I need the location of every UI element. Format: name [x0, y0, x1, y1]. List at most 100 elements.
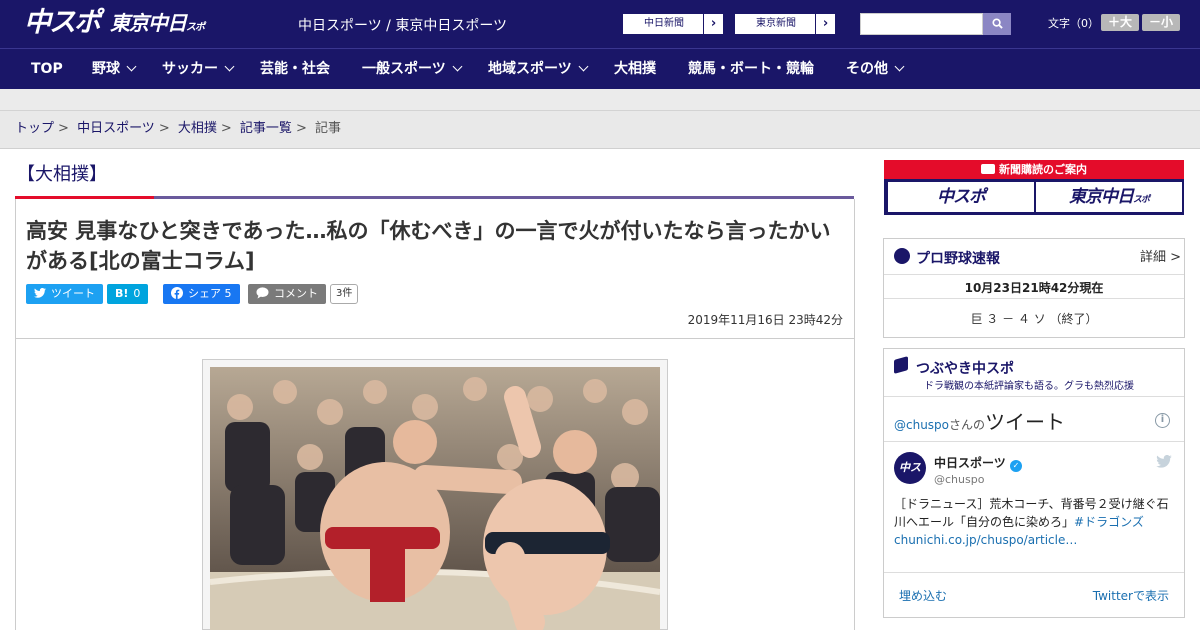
hatena-icon: B! [115, 287, 129, 300]
nav-label: サッカー [162, 61, 218, 77]
divider [884, 572, 1184, 573]
divider [884, 274, 1184, 275]
category-title: 【大相撲】 [17, 164, 107, 185]
hatena-bookmark-button[interactable]: B! 0 [107, 284, 149, 304]
account-handle[interactable]: @chuspo [934, 473, 984, 486]
tweets-title: つぶやき中スポ [916, 361, 1014, 377]
search-icon [991, 18, 1003, 29]
breadcrumb-chuspo[interactable]: 中日スポーツ [77, 121, 155, 136]
nav-item-other[interactable]: その他 [846, 49, 905, 90]
nav-item-racing[interactable]: 競馬・ボート・競輪 [688, 49, 814, 90]
chunichi-shinbun-label: 中日新聞 [644, 18, 684, 29]
hatena-count: 0 [133, 287, 141, 300]
twitter-bird-icon [1156, 455, 1172, 468]
font-larger-button[interactable]: ＋大 [1101, 14, 1139, 31]
font-smaller-button[interactable]: －小 [1142, 14, 1180, 31]
subscribe-tokyo-small: スポ [1132, 195, 1150, 205]
chuspo-logo[interactable]: 中スポ [24, 6, 101, 40]
tokyo-shinbun-label: 東京新聞 [756, 18, 796, 29]
search-button[interactable] [983, 13, 1011, 35]
top-header: 中スポ 東京中日スポ 中日スポーツ / 東京中日スポーツ 中日新聞 › 東京新聞… [0, 0, 1200, 48]
publish-date: 2019年11月16日 23時42分 [687, 313, 843, 327]
main-nav: TOP 野球 サッカー 芸能・社会 一般スポーツ 地域スポーツ 大相撲 競馬・ボ… [0, 48, 1200, 89]
baseball-score[interactable]: 巨 ３ － ４ ソ （終了） [884, 310, 1184, 327]
article-photo[interactable] [210, 367, 660, 630]
comment-count-badge[interactable]: 3件 [330, 284, 359, 304]
breadcrumb-top[interactable]: トップ [15, 121, 54, 136]
font-size-label: 文字（0） [1048, 17, 1099, 30]
account-avatar[interactable]: 中スポ [894, 452, 926, 506]
nav-item-entertainment[interactable]: 芸能・社会 [260, 49, 330, 90]
subscribe-tokyo-text: 東京中日 [1068, 187, 1134, 207]
comment-button[interactable]: コメント [248, 284, 326, 304]
tweet-text: ［ドラニュース］荒木コーチ、背番号２受け継ぐ石川へエール「自分の色に染めろ」#ド… [894, 495, 1176, 549]
breadcrumb-sep: > [58, 121, 69, 136]
breadcrumb-article-list[interactable]: 記事一覧 [240, 121, 292, 136]
nav-item-sumo[interactable]: 大相撲 [614, 49, 656, 90]
nav-label: 地域スポーツ [488, 61, 572, 77]
nav-label: その他 [846, 61, 888, 77]
breadcrumb: トップ > 中日スポーツ > 大相撲 > 記事一覧 > 記事 [0, 111, 1200, 149]
nav-item-top[interactable]: TOP [31, 49, 63, 90]
handle-suffix: さんの [949, 418, 986, 432]
baseball-title: プロ野球速報 [916, 251, 1000, 267]
verified-icon: ✓ [1009, 460, 1022, 472]
tweets-subtitle: ドラ戦観の本紙評論家も語る。グラも熱烈応援 [924, 381, 1134, 392]
baseball-timestamp: 10月23日21時42分現在 [964, 281, 1104, 295]
facebook-share-count: 5 [224, 287, 232, 300]
subscribe-tokyo-button[interactable]: 東京中日スポ [1036, 182, 1182, 212]
chevron-down-icon [452, 61, 463, 72]
breadcrumb-sumo[interactable]: 大相撲 [178, 121, 217, 136]
article-headline: 高安 見事なひと突きであった…私の「休むべき」の一言で火が付いたなら言ったかいが… [26, 219, 831, 273]
tweet-link[interactable]: chunichi.co.jp/chuspo/article… [894, 533, 1077, 547]
breadcrumb-sep: > [295, 121, 307, 136]
tokyo-shinbun-link[interactable]: 東京新聞 › [734, 13, 836, 35]
speech-bubble-icon [256, 287, 269, 299]
info-icon[interactable]: i [1155, 413, 1170, 428]
account-name[interactable]: 中日スポーツ ✓ [934, 454, 1022, 472]
nav-label: 大相撲 [614, 61, 656, 77]
nav-label: 野球 [92, 61, 120, 77]
breadcrumb-current: 記事 [314, 121, 341, 136]
nav-label: TOP [31, 61, 63, 77]
tokyo-logo-small: スポ [186, 22, 205, 33]
baseball-icon [894, 248, 910, 264]
view-on-twitter-link[interactable]: Twitterで表示 [1093, 587, 1169, 604]
nav-label: 競馬・ボート・競輪 [688, 61, 814, 77]
account-name-text: 中日スポーツ [934, 456, 1006, 470]
tokyo-chunichi-logo[interactable]: 東京中日スポ [110, 11, 205, 40]
breadcrumb-sep: > [220, 121, 232, 136]
tweet-hashtag[interactable]: #ドラゴンズ [1074, 515, 1144, 529]
newspaper-icon [981, 164, 995, 174]
tweet-button[interactable]: ツイート [26, 284, 103, 304]
nav-label: 芸能・社会 [260, 61, 330, 77]
ad-band [0, 89, 1200, 111]
divider [884, 298, 1184, 299]
breadcrumb-sep: > [158, 121, 170, 136]
baseball-more-link[interactable]: 詳細 > [1140, 246, 1181, 265]
facebook-icon [171, 287, 183, 299]
chevron-down-icon [578, 61, 589, 72]
site-name: 中日スポーツ / 東京中日スポーツ [298, 18, 508, 34]
chevron-right-icon: › [815, 14, 835, 34]
facebook-share-button[interactable]: シェア 5 [163, 284, 240, 304]
nav-item-baseball[interactable]: 野球 [92, 49, 137, 90]
subscription-title-text: 新聞購読のご案内 [999, 163, 1087, 176]
nav-item-local-sports[interactable]: 地域スポーツ [488, 49, 589, 90]
embed-link[interactable]: 埋め込む [899, 587, 947, 604]
chunichi-shinbun-link[interactable]: 中日新聞 › [622, 13, 724, 35]
nav-item-soccer[interactable]: サッカー [162, 49, 235, 90]
twitter-handle-link[interactable]: @chuspo [894, 418, 949, 432]
chevron-down-icon [894, 61, 905, 72]
chevron-down-icon [126, 61, 137, 72]
nav-label: 一般スポーツ [362, 61, 446, 77]
chevron-down-icon [224, 61, 235, 72]
tokyo-logo-text: 東京中日 [110, 11, 187, 35]
search-input[interactable] [860, 13, 983, 35]
twitter-bird-icon [34, 287, 46, 298]
subscribe-chuspo-button[interactable]: 中スポ [888, 182, 1034, 212]
nav-item-general-sports[interactable]: 一般スポーツ [362, 49, 463, 90]
tweet-label: ツイート [51, 287, 95, 300]
sumo-bout-photo [210, 367, 660, 630]
subscription-title: 新聞購読のご案内 [884, 160, 1184, 179]
